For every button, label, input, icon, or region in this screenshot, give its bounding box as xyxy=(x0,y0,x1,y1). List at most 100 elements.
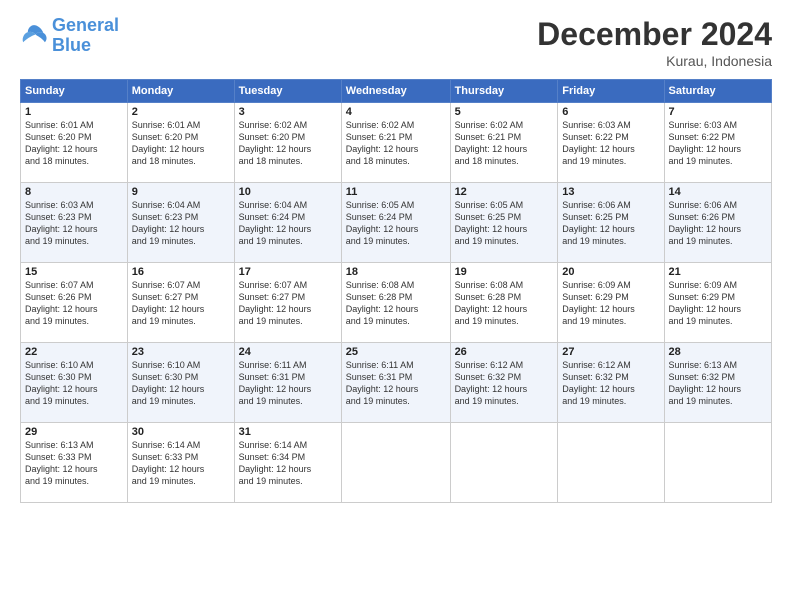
day-cell: 27Sunrise: 6:12 AM Sunset: 6:32 PM Dayli… xyxy=(558,343,664,423)
day-cell: 17Sunrise: 6:07 AM Sunset: 6:27 PM Dayli… xyxy=(234,263,341,343)
day-number: 15 xyxy=(25,266,123,278)
week-row-1: 1 Sunrise: 6:01 AM Sunset: 6:20 PM Daylig… xyxy=(21,103,772,183)
day-number: 10 xyxy=(239,186,337,198)
day-number: 21 xyxy=(669,266,767,278)
day-info: Sunrise: 6:10 AM Sunset: 6:30 PM Dayligh… xyxy=(25,359,123,408)
page: General Blue December 2024 Kurau, Indone… xyxy=(0,0,792,612)
day-number: 30 xyxy=(132,426,230,438)
col-thursday: Thursday xyxy=(450,80,558,103)
location-subtitle: Kurau, Indonesia xyxy=(537,53,772,69)
day-info: Sunrise: 6:13 AM Sunset: 6:33 PM Dayligh… xyxy=(25,439,123,488)
day-info: Sunrise: 6:04 AM Sunset: 6:24 PM Dayligh… xyxy=(239,199,337,248)
day-cell: 9Sunrise: 6:04 AM Sunset: 6:23 PM Daylig… xyxy=(127,183,234,263)
day-info: Sunrise: 6:11 AM Sunset: 6:31 PM Dayligh… xyxy=(346,359,446,408)
day-number: 9 xyxy=(132,186,230,198)
day-info: Sunrise: 6:02 AM Sunset: 6:21 PM Dayligh… xyxy=(455,119,554,168)
day-cell: 13Sunrise: 6:06 AM Sunset: 6:25 PM Dayli… xyxy=(558,183,664,263)
day-info: Sunrise: 6:12 AM Sunset: 6:32 PM Dayligh… xyxy=(455,359,554,408)
day-number: 26 xyxy=(455,346,554,358)
day-number: 3 xyxy=(239,106,337,118)
day-info: Sunrise: 6:03 AM Sunset: 6:22 PM Dayligh… xyxy=(562,119,659,168)
day-info: Sunrise: 6:07 AM Sunset: 6:26 PM Dayligh… xyxy=(25,279,123,328)
day-number: 16 xyxy=(132,266,230,278)
day-number: 2 xyxy=(132,106,230,118)
day-number: 1 xyxy=(25,106,123,118)
week-row-2: 8Sunrise: 6:03 AM Sunset: 6:23 PM Daylig… xyxy=(21,183,772,263)
day-cell: 6Sunrise: 6:03 AM Sunset: 6:22 PM Daylig… xyxy=(558,103,664,183)
day-cell: 29Sunrise: 6:13 AM Sunset: 6:33 PM Dayli… xyxy=(21,423,128,503)
day-cell: 5Sunrise: 6:02 AM Sunset: 6:21 PM Daylig… xyxy=(450,103,558,183)
day-number: 6 xyxy=(562,106,659,118)
month-title: December 2024 xyxy=(537,16,772,53)
day-number: 11 xyxy=(346,186,446,198)
day-cell: 15Sunrise: 6:07 AM Sunset: 6:26 PM Dayli… xyxy=(21,263,128,343)
day-cell: 12Sunrise: 6:05 AM Sunset: 6:25 PM Dayli… xyxy=(450,183,558,263)
day-number: 14 xyxy=(669,186,767,198)
day-cell: 2Sunrise: 6:01 AM Sunset: 6:20 PM Daylig… xyxy=(127,103,234,183)
day-cell: 11Sunrise: 6:05 AM Sunset: 6:24 PM Dayli… xyxy=(341,183,450,263)
day-number: 24 xyxy=(239,346,337,358)
day-info: Sunrise: 6:03 AM Sunset: 6:23 PM Dayligh… xyxy=(25,199,123,248)
day-number: 12 xyxy=(455,186,554,198)
day-number: 4 xyxy=(346,106,446,118)
col-tuesday: Tuesday xyxy=(234,80,341,103)
day-number: 18 xyxy=(346,266,446,278)
day-info: Sunrise: 6:14 AM Sunset: 6:34 PM Dayligh… xyxy=(239,439,337,488)
day-number: 5 xyxy=(455,106,554,118)
day-number: 20 xyxy=(562,266,659,278)
day-number: 29 xyxy=(25,426,123,438)
logo: General Blue xyxy=(20,16,119,56)
day-cell xyxy=(341,423,450,503)
day-cell: 20Sunrise: 6:09 AM Sunset: 6:29 PM Dayli… xyxy=(558,263,664,343)
day-info: Sunrise: 6:09 AM Sunset: 6:29 PM Dayligh… xyxy=(669,279,767,328)
day-info: Sunrise: 6:07 AM Sunset: 6:27 PM Dayligh… xyxy=(239,279,337,328)
day-number: 27 xyxy=(562,346,659,358)
day-cell: 26Sunrise: 6:12 AM Sunset: 6:32 PM Dayli… xyxy=(450,343,558,423)
title-block: December 2024 Kurau, Indonesia xyxy=(537,16,772,69)
day-cell: 25Sunrise: 6:11 AM Sunset: 6:31 PM Dayli… xyxy=(341,343,450,423)
day-cell: 22Sunrise: 6:10 AM Sunset: 6:30 PM Dayli… xyxy=(21,343,128,423)
day-info: Sunrise: 6:07 AM Sunset: 6:27 PM Dayligh… xyxy=(132,279,230,328)
day-info: Sunrise: 6:01 AM Sunset: 6:20 PM Dayligh… xyxy=(132,119,230,168)
day-cell: 10Sunrise: 6:04 AM Sunset: 6:24 PM Dayli… xyxy=(234,183,341,263)
header: General Blue December 2024 Kurau, Indone… xyxy=(20,16,772,69)
day-info: Sunrise: 6:08 AM Sunset: 6:28 PM Dayligh… xyxy=(455,279,554,328)
day-info: Sunrise: 6:03 AM Sunset: 6:22 PM Dayligh… xyxy=(669,119,767,168)
col-wednesday: Wednesday xyxy=(341,80,450,103)
day-info: Sunrise: 6:02 AM Sunset: 6:21 PM Dayligh… xyxy=(346,119,446,168)
day-cell: 4Sunrise: 6:02 AM Sunset: 6:21 PM Daylig… xyxy=(341,103,450,183)
logo-icon xyxy=(20,22,48,50)
day-number: 31 xyxy=(239,426,337,438)
col-sunday: Sunday xyxy=(21,80,128,103)
day-number: 8 xyxy=(25,186,123,198)
day-number: 7 xyxy=(669,106,767,118)
day-number: 22 xyxy=(25,346,123,358)
day-number: 25 xyxy=(346,346,446,358)
day-cell: 14Sunrise: 6:06 AM Sunset: 6:26 PM Dayli… xyxy=(664,183,771,263)
calendar-table: Sunday Monday Tuesday Wednesday Thursday… xyxy=(20,79,772,503)
day-cell xyxy=(664,423,771,503)
day-cell: 8Sunrise: 6:03 AM Sunset: 6:23 PM Daylig… xyxy=(21,183,128,263)
day-number: 17 xyxy=(239,266,337,278)
day-info: Sunrise: 6:02 AM Sunset: 6:20 PM Dayligh… xyxy=(239,119,337,168)
day-info: Sunrise: 6:11 AM Sunset: 6:31 PM Dayligh… xyxy=(239,359,337,408)
day-cell: 16Sunrise: 6:07 AM Sunset: 6:27 PM Dayli… xyxy=(127,263,234,343)
day-number: 28 xyxy=(669,346,767,358)
day-cell: 19Sunrise: 6:08 AM Sunset: 6:28 PM Dayli… xyxy=(450,263,558,343)
day-cell: 31Sunrise: 6:14 AM Sunset: 6:34 PM Dayli… xyxy=(234,423,341,503)
day-cell xyxy=(558,423,664,503)
day-info: Sunrise: 6:04 AM Sunset: 6:23 PM Dayligh… xyxy=(132,199,230,248)
day-cell: 7Sunrise: 6:03 AM Sunset: 6:22 PM Daylig… xyxy=(664,103,771,183)
col-friday: Friday xyxy=(558,80,664,103)
day-cell: 18Sunrise: 6:08 AM Sunset: 6:28 PM Dayli… xyxy=(341,263,450,343)
day-number: 23 xyxy=(132,346,230,358)
day-info: Sunrise: 6:10 AM Sunset: 6:30 PM Dayligh… xyxy=(132,359,230,408)
day-info: Sunrise: 6:12 AM Sunset: 6:32 PM Dayligh… xyxy=(562,359,659,408)
header-row: Sunday Monday Tuesday Wednesday Thursday… xyxy=(21,80,772,103)
day-cell xyxy=(450,423,558,503)
day-number: 19 xyxy=(455,266,554,278)
day-info: Sunrise: 6:06 AM Sunset: 6:25 PM Dayligh… xyxy=(562,199,659,248)
day-info: Sunrise: 6:05 AM Sunset: 6:25 PM Dayligh… xyxy=(455,199,554,248)
logo-text: General Blue xyxy=(52,16,119,56)
day-info: Sunrise: 6:05 AM Sunset: 6:24 PM Dayligh… xyxy=(346,199,446,248)
